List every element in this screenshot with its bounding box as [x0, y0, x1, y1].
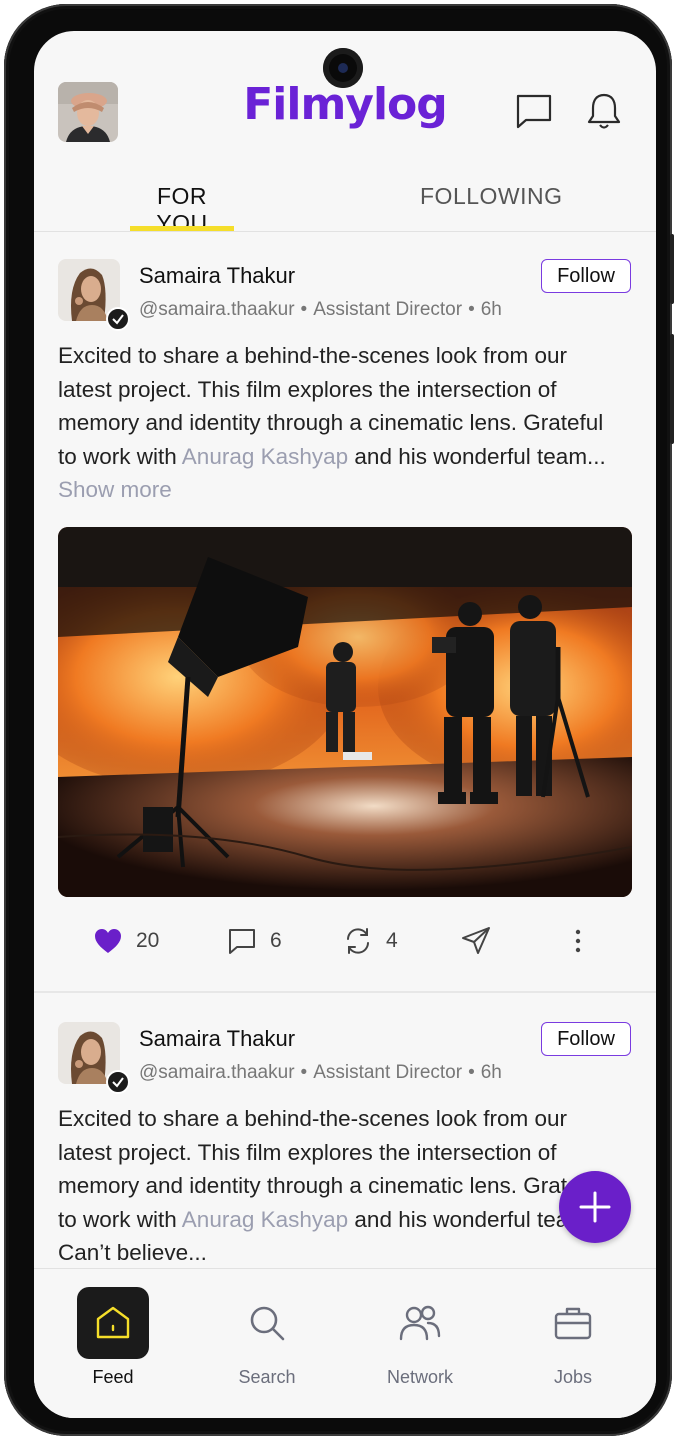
heart-icon — [95, 929, 121, 953]
nav-label-feed: Feed — [92, 1367, 134, 1387]
tab-following[interactable]: FOLLOWING — [420, 183, 563, 231]
author-name[interactable]: Samaira Thakur — [139, 263, 295, 289]
author-handle[interactable]: @samaira.thaakur — [139, 1062, 295, 1083]
nav-label-network: Network — [386, 1367, 453, 1387]
author-handle[interactable]: @samaira.thaakur — [139, 299, 295, 320]
post-meta: @samaira.thaakur • Assistant Director • 6h — [139, 299, 502, 320]
repost-icon — [347, 928, 369, 954]
author-role: Assistant Director — [313, 1062, 463, 1083]
nav-item-search[interactable]: Search — [212, 1269, 322, 1388]
send-icon — [462, 927, 490, 954]
search-icon — [231, 1287, 303, 1359]
post-text: Excited to share a behind-the-scenes loo… — [58, 339, 618, 507]
post-text-part: and his wonderful team... — [348, 443, 606, 469]
post-image[interactable] — [58, 527, 632, 897]
tab-for-you[interactable]: FOR YOU — [130, 183, 234, 236]
follow-button[interactable]: Follow — [541, 1022, 631, 1056]
plus-icon — [579, 1191, 611, 1223]
nav-label-jobs: Jobs — [553, 1367, 593, 1387]
more-options-button[interactable] — [562, 919, 594, 963]
create-post-button[interactable] — [559, 1171, 631, 1243]
mention-link[interactable]: Anurag Kashyap — [182, 1207, 348, 1232]
post-time: 6h — [480, 299, 502, 320]
author-avatar[interactable] — [58, 259, 130, 331]
briefcase-icon — [537, 1287, 609, 1359]
comment-button[interactable]: 6 — [226, 919, 282, 963]
follow-button[interactable]: Follow — [541, 259, 631, 293]
comment-icon — [229, 929, 255, 954]
post-time: 6h — [480, 1062, 502, 1083]
post-divider — [34, 991, 656, 993]
feed-tabs: FOR YOU FOLLOWING — [34, 183, 656, 236]
repost-count: 4 — [386, 929, 398, 952]
post-text: Excited to share a behind-the-scenes loo… — [58, 1102, 618, 1270]
nav-item-jobs[interactable]: Jobs — [518, 1269, 628, 1388]
phone-frame: Filmylog FOR YOU FOLLOWING Samaira Thaku… — [4, 4, 674, 1436]
repost-button[interactable]: 4 — [342, 919, 398, 963]
more-vertical-icon — [575, 929, 581, 953]
show-more-link[interactable]: Show more — [58, 477, 172, 502]
bell-icon[interactable] — [584, 91, 624, 131]
verified-icon — [106, 307, 130, 331]
volume-button — [670, 234, 674, 304]
like-count: 20 — [136, 929, 160, 952]
front-camera — [323, 48, 363, 88]
share-button[interactable] — [460, 919, 492, 963]
nav-label-search: Search — [238, 1367, 296, 1387]
nav-item-feed[interactable]: Feed — [58, 1269, 168, 1388]
power-button — [670, 334, 674, 444]
comment-count: 6 — [270, 929, 282, 952]
people-icon — [384, 1287, 456, 1359]
app-screen: Filmylog FOR YOU FOLLOWING Samaira Thaku… — [34, 31, 656, 1418]
verified-icon — [106, 1070, 130, 1094]
author-role: Assistant Director — [313, 299, 463, 320]
author-avatar[interactable] — [58, 1022, 130, 1094]
mention-link[interactable]: Anurag Kashyap — [182, 444, 348, 469]
bottom-nav: Feed Search Network Jobs — [34, 1268, 656, 1418]
post-meta: @samaira.thaakur • Assistant Director • 6h — [139, 1062, 502, 1083]
chat-bubble-icon[interactable] — [514, 91, 554, 131]
author-name[interactable]: Samaira Thakur — [139, 1026, 295, 1052]
home-icon — [77, 1287, 149, 1359]
post-actions: 20 6 4 — [34, 919, 656, 963]
nav-item-network[interactable]: Network — [365, 1269, 475, 1388]
like-button[interactable]: 20 — [92, 919, 159, 963]
